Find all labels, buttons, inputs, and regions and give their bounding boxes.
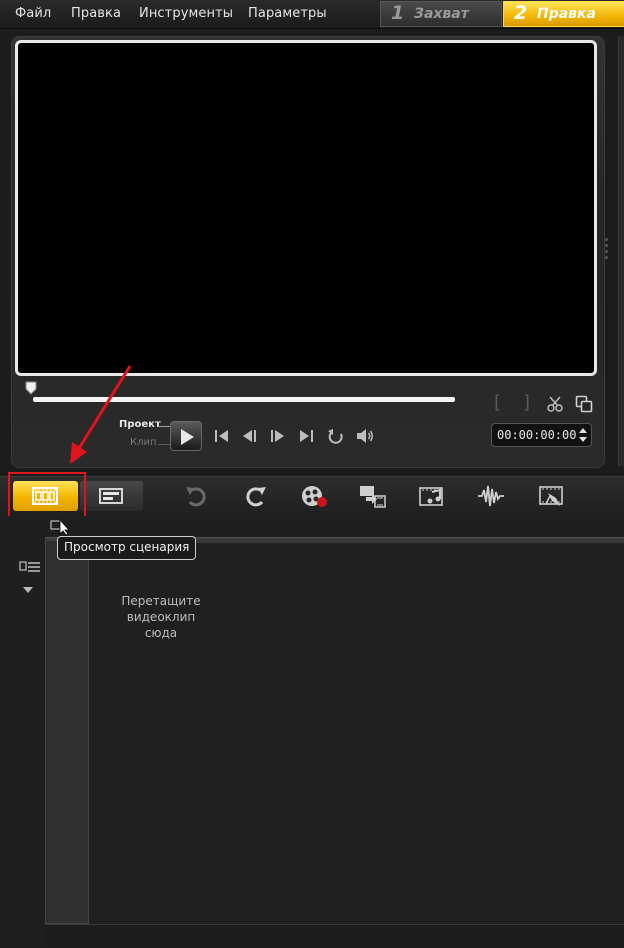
highlight-annotation-box: [8, 472, 86, 522]
annotation-arrow-icon: [70, 365, 132, 464]
tooltip: Просмотр сценария: [57, 536, 197, 560]
drop-clip-hint: Перетащите видеоклип сюда: [100, 593, 222, 641]
menu-settings[interactable]: Параметры: [248, 6, 327, 21]
undo-icon[interactable]: [182, 484, 210, 508]
auto-music-icon[interactable]: [418, 484, 446, 508]
timeline-view-button[interactable]: [80, 481, 143, 511]
timecode-field[interactable]: 00:00:00:00: [491, 423, 592, 447]
step-number: 2: [514, 2, 528, 24]
play-button[interactable]: [170, 421, 202, 451]
skip-to-end-icon[interactable]: [297, 425, 317, 447]
timecode-value: 00:00:00:00: [497, 428, 577, 442]
volume-icon[interactable]: [355, 425, 375, 447]
step-label: Правка: [537, 6, 596, 22]
scrubber-handle[interactable]: [25, 381, 37, 395]
record-capture-icon[interactable]: [300, 484, 328, 508]
drop-hint-line: Перетащите: [121, 594, 201, 608]
video-preview-screen: [15, 40, 597, 376]
menu-edit[interactable]: Правка: [71, 6, 121, 21]
panel-resize-handle[interactable]: [603, 236, 609, 272]
storyboard-scroll-area[interactable]: [45, 924, 624, 948]
step-tab-capture[interactable]: 1 Захват: [380, 1, 502, 27]
mark-in-button[interactable]: [: [494, 392, 501, 413]
storyboard-header: [0, 516, 624, 538]
step-number: 1: [391, 2, 405, 24]
step-back-icon[interactable]: [240, 425, 260, 447]
timecode-spinner-icon[interactable]: [578, 426, 588, 444]
skip-to-start-icon[interactable]: [212, 425, 232, 447]
storyboard-first-slot[interactable]: [45, 540, 89, 924]
mark-out-button[interactable]: ]: [523, 392, 530, 413]
library-panel-edge: [618, 36, 624, 466]
track-manager-icon[interactable]: [19, 560, 41, 574]
repeat-icon[interactable]: [326, 425, 346, 447]
enlarge-preview-icon[interactable]: [575, 395, 593, 413]
timeline-view-icon: [99, 488, 123, 504]
menu-file[interactable]: Файл: [15, 6, 51, 21]
mouse-cursor-icon: [50, 518, 70, 536]
menu-tools[interactable]: Инструменты: [139, 6, 233, 21]
mode-connector: [158, 444, 170, 445]
menubar: Файл Правка Инструменты Параметры 1 Захв…: [0, 0, 624, 29]
step-tab-edit[interactable]: 2 Правка: [503, 1, 624, 27]
audio-waveform-icon[interactable]: [477, 484, 505, 508]
storyboard-side-column: [0, 538, 45, 947]
step-label: Захват: [414, 6, 469, 22]
chevron-down-icon[interactable]: [23, 587, 33, 593]
export-icon[interactable]: [358, 484, 386, 508]
play-icon: [181, 429, 194, 445]
movie-wizard-icon[interactable]: [538, 484, 566, 508]
redo-icon[interactable]: [242, 484, 270, 508]
drop-hint-line: сюда: [144, 626, 178, 640]
step-forward-icon[interactable]: [268, 425, 288, 447]
scissors-icon[interactable]: [546, 395, 564, 413]
drop-hint-line: видеоклип: [126, 610, 196, 624]
mode-connector: [158, 426, 170, 427]
